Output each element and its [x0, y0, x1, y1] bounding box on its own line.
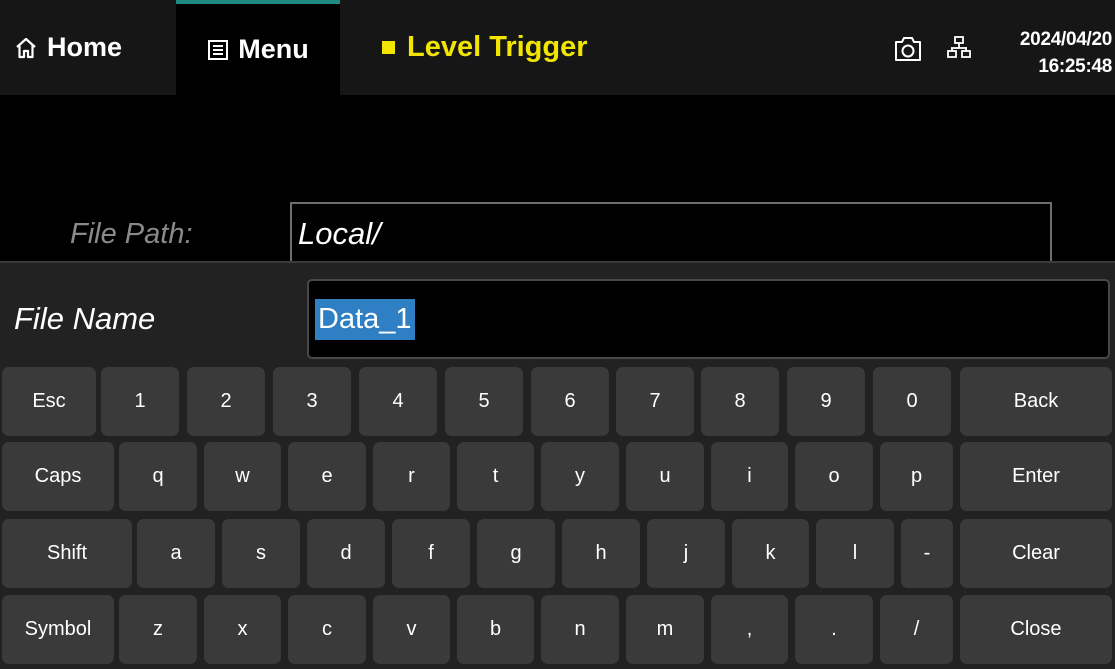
menu-icon	[208, 39, 229, 60]
key-k[interactable]: k	[732, 519, 809, 588]
home-icon	[16, 37, 36, 58]
key-esc[interactable]: Esc	[2, 367, 96, 436]
key-enter[interactable]: Enter	[960, 442, 1112, 511]
key-2[interactable]: 2	[187, 367, 265, 436]
key-period[interactable]: .	[795, 595, 873, 664]
key-l[interactable]: l	[816, 519, 894, 588]
top-bar: Home Menu Level Trigger 2024/04/20 16:25…	[0, 0, 1115, 95]
key-9[interactable]: 9	[787, 367, 865, 436]
key-6[interactable]: 6	[531, 367, 609, 436]
key-5[interactable]: 5	[445, 367, 523, 436]
key-7[interactable]: 7	[616, 367, 694, 436]
key-h[interactable]: h	[562, 519, 640, 588]
network-icon	[947, 36, 971, 58]
key-close[interactable]: Close	[960, 595, 1112, 664]
key-s[interactable]: s	[222, 519, 300, 588]
file-name-input[interactable]: Data_1	[307, 279, 1110, 359]
key-3[interactable]: 3	[273, 367, 351, 436]
key-z[interactable]: z	[119, 595, 197, 664]
key-p[interactable]: p	[880, 442, 953, 511]
key-w[interactable]: w	[204, 442, 281, 511]
virtual-keyboard: File Name Data_1 Esc 1 2 3 4 5 6 7 8 9 0 Back Caps q w…	[0, 261, 1115, 669]
key-0[interactable]: 0	[873, 367, 951, 436]
key-f[interactable]: f	[392, 519, 470, 588]
key-v[interactable]: v	[373, 595, 450, 664]
key-4[interactable]: 4	[359, 367, 437, 436]
page-title: Level Trigger	[382, 0, 588, 95]
key-t[interactable]: t	[457, 442, 534, 511]
key-j[interactable]: j	[647, 519, 725, 588]
key-dash[interactable]: -	[901, 519, 953, 588]
home-button[interactable]: Home	[14, 0, 164, 95]
file-path-field[interactable]: Local/	[290, 202, 1052, 264]
key-i[interactable]: i	[711, 442, 788, 511]
key-a[interactable]: a	[137, 519, 215, 588]
key-symbol[interactable]: Symbol	[2, 595, 114, 664]
key-r[interactable]: r	[373, 442, 450, 511]
key-g[interactable]: g	[477, 519, 555, 588]
key-u[interactable]: u	[626, 442, 704, 511]
key-slash[interactable]: /	[880, 595, 953, 664]
file-path-label: File Path:	[70, 218, 193, 250]
menu-button[interactable]: Menu	[176, 0, 340, 95]
camera-icon[interactable]	[893, 36, 923, 62]
title-square-icon	[382, 41, 395, 54]
file-name-label: File Name	[14, 301, 156, 336]
key-e[interactable]: e	[288, 442, 366, 511]
key-q[interactable]: q	[119, 442, 197, 511]
key-comma[interactable]: ,	[711, 595, 788, 664]
time-text: 16:25:48	[1038, 56, 1112, 77]
file-name-value: Data_1	[315, 299, 415, 340]
key-1[interactable]: 1	[101, 367, 179, 436]
key-clear[interactable]: Clear	[960, 519, 1112, 588]
key-y[interactable]: y	[541, 442, 619, 511]
key-8[interactable]: 8	[701, 367, 779, 436]
home-label: Home	[47, 32, 123, 62]
datetime: 2024/04/20 16:25:48	[1020, 26, 1112, 80]
key-n[interactable]: n	[541, 595, 619, 664]
page-title-text: Level Trigger	[407, 31, 588, 63]
menu-label: Menu	[238, 34, 309, 64]
date-text: 2024/04/20	[1019, 29, 1112, 50]
key-back[interactable]: Back	[960, 367, 1112, 436]
key-caps[interactable]: Caps	[2, 442, 114, 511]
key-c[interactable]: c	[288, 595, 366, 664]
key-d[interactable]: d	[307, 519, 385, 588]
key-b[interactable]: b	[457, 595, 534, 664]
key-x[interactable]: x	[204, 595, 281, 664]
key-m[interactable]: m	[626, 595, 704, 664]
key-o[interactable]: o	[795, 442, 873, 511]
key-shift[interactable]: Shift	[2, 519, 132, 588]
